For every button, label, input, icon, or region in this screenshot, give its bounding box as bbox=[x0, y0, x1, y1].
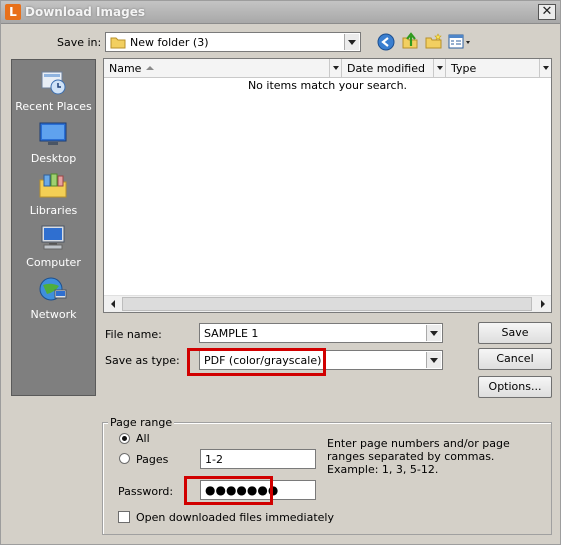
network-icon bbox=[39, 277, 67, 301]
place-computer[interactable]: Computer bbox=[12, 222, 95, 272]
title-bar[interactable]: L Download Images ✕ bbox=[1, 1, 560, 24]
desktop-icon bbox=[39, 122, 67, 145]
download-images-dialog: L Download Images ✕ Save in: New folder … bbox=[0, 0, 561, 545]
chevron-down-icon[interactable] bbox=[344, 34, 359, 50]
radio-selected-dot bbox=[122, 436, 127, 441]
file-name-value: SAMPLE 1 bbox=[204, 327, 259, 340]
column-header-date-modified[interactable]: Date modified bbox=[342, 59, 446, 78]
save-as-type-highlight bbox=[187, 348, 326, 376]
save-in-value: New folder (3) bbox=[130, 36, 209, 49]
scrollbar-thumb[interactable] bbox=[122, 297, 532, 311]
column-label: Name bbox=[109, 62, 142, 75]
cancel-button[interactable]: Cancel bbox=[478, 348, 552, 370]
recent-places-icon bbox=[41, 71, 66, 95]
pages-label: Pages bbox=[136, 453, 169, 466]
horizontal-scrollbar[interactable] bbox=[104, 295, 551, 312]
folder-icon bbox=[110, 37, 126, 49]
pages-input[interactable]: 1-2 bbox=[200, 449, 316, 469]
chevron-down-icon[interactable] bbox=[426, 352, 441, 368]
scroll-left-icon[interactable] bbox=[104, 296, 121, 312]
place-label: Recent Places bbox=[15, 100, 92, 113]
column-dropdown-icon[interactable] bbox=[329, 59, 341, 77]
save-as-type-label: Save as type: bbox=[105, 354, 180, 367]
page-range-title: Page range bbox=[108, 416, 175, 429]
place-desktop[interactable]: Desktop bbox=[12, 118, 95, 168]
place-label: Libraries bbox=[29, 204, 78, 217]
close-button[interactable]: ✕ bbox=[538, 4, 556, 20]
pages-value: 1-2 bbox=[205, 453, 223, 466]
place-label: Network bbox=[30, 308, 77, 321]
column-header-type[interactable]: Type bbox=[446, 59, 551, 78]
window-title: Download Images bbox=[25, 5, 145, 19]
place-label: Desktop bbox=[30, 152, 77, 165]
place-libraries[interactable]: Libraries bbox=[12, 170, 95, 220]
open-downloaded-checkbox[interactable] bbox=[118, 511, 130, 523]
sort-ascending-icon bbox=[146, 66, 154, 70]
page-range-hint: Enter page numbers and/or page ranges se… bbox=[327, 437, 510, 476]
save-in-combo[interactable]: New folder (3) bbox=[105, 32, 361, 52]
up-folder-icon[interactable] bbox=[401, 32, 419, 50]
file-list[interactable]: Name Date modified Type No items match y… bbox=[103, 58, 552, 313]
file-name-label: File name: bbox=[105, 328, 162, 341]
place-label: Computer bbox=[26, 256, 81, 269]
file-name-combo[interactable]: SAMPLE 1 bbox=[199, 323, 443, 343]
column-label: Date modified bbox=[347, 62, 425, 75]
options-button[interactable]: Options... bbox=[478, 376, 552, 398]
back-arrow-icon[interactable] bbox=[377, 33, 395, 51]
column-dropdown-icon[interactable] bbox=[539, 59, 551, 77]
app-logo-icon: L bbox=[5, 4, 21, 20]
place-network[interactable]: Network bbox=[12, 274, 95, 324]
places-bar: Recent Places Desktop Libraries Computer… bbox=[11, 59, 96, 396]
computer-icon bbox=[41, 225, 65, 250]
column-dropdown-icon[interactable] bbox=[433, 59, 445, 77]
view-menu-icon[interactable] bbox=[448, 33, 472, 51]
column-label: Type bbox=[451, 62, 477, 75]
password-label: Password: bbox=[118, 485, 174, 498]
save-button[interactable]: Save bbox=[478, 322, 552, 344]
password-highlight bbox=[184, 476, 273, 505]
pages-radio[interactable] bbox=[119, 453, 130, 464]
save-in-label: Save in: bbox=[57, 36, 102, 49]
chevron-down-icon[interactable] bbox=[426, 325, 441, 341]
place-recent-places[interactable]: Recent Places bbox=[12, 66, 95, 116]
libraries-icon bbox=[39, 173, 67, 198]
empty-list-message: No items match your search. bbox=[247, 79, 408, 92]
file-list-header: Name Date modified Type bbox=[104, 59, 551, 78]
scroll-right-icon[interactable] bbox=[534, 296, 551, 312]
open-downloaded-label: Open downloaded files immediately bbox=[136, 511, 334, 524]
new-folder-icon[interactable] bbox=[425, 32, 443, 50]
all-pages-label: All bbox=[136, 432, 150, 445]
column-header-name[interactable]: Name bbox=[104, 59, 342, 78]
all-pages-radio[interactable] bbox=[119, 433, 130, 444]
